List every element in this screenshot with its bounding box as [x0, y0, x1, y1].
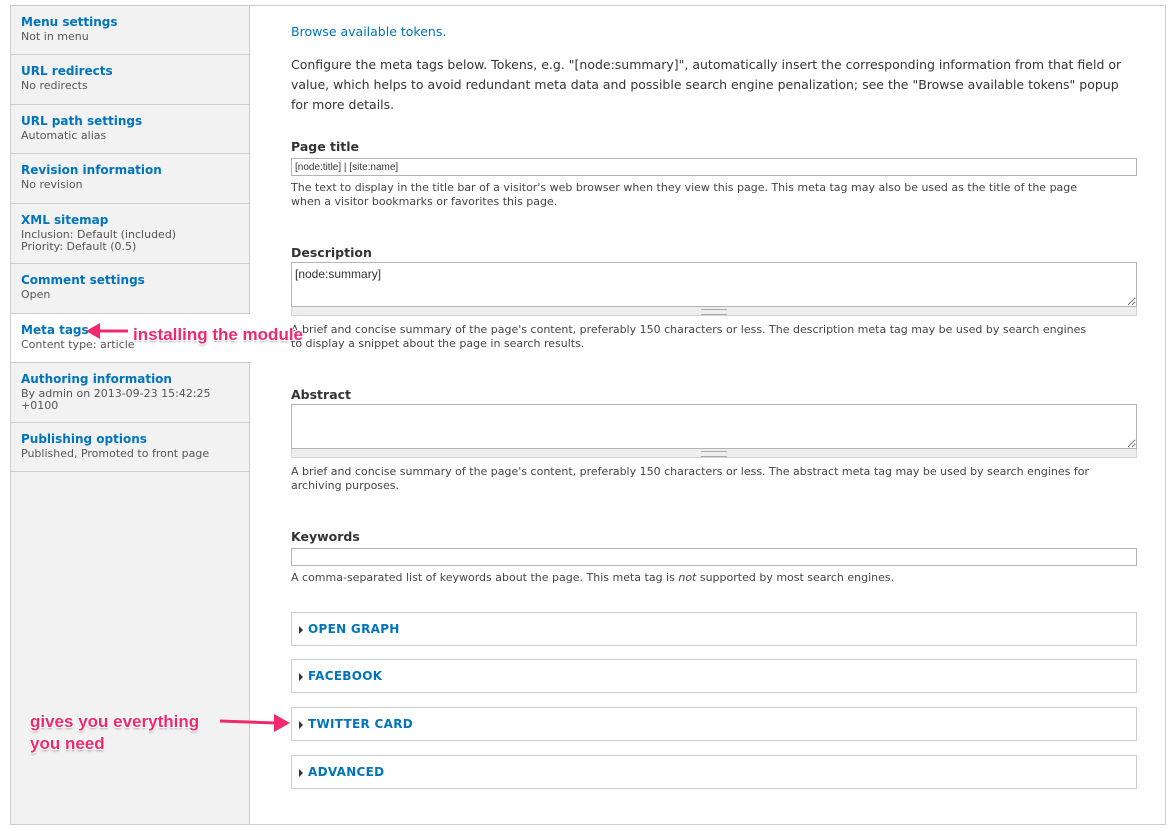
keywords-label: Keywords: [291, 529, 360, 544]
desc-text: A comma-separated list of keywords about…: [291, 571, 679, 584]
intro-line: Configure the meta tags below. Tokens, e…: [291, 57, 1122, 72]
intro-line: for more details.: [291, 97, 395, 112]
desc-emphasis: not: [678, 571, 697, 584]
collapse-triangle-icon: [299, 721, 303, 729]
keywords-help: A comma-separated list of keywords about…: [291, 571, 1137, 585]
description-textarea[interactable]: [node:summary]: [291, 262, 1137, 307]
tab-summary: Automatic alias: [21, 129, 107, 142]
tab-title[interactable]: XML sitemap: [21, 213, 250, 228]
desc-line: archiving purposes.: [291, 479, 400, 492]
collapse-triangle-icon: [299, 626, 303, 634]
description-label: Description: [291, 245, 372, 260]
tab-summary: Not in menu: [21, 30, 89, 43]
fieldset-advanced[interactable]: ADVANCED: [291, 755, 1137, 789]
desc-line: when a visitor bookmarks or favorites th…: [291, 195, 558, 208]
tab-publishing-options[interactable]: Publishing options Published, Promoted t…: [11, 423, 250, 472]
page-title-input[interactable]: [291, 158, 1137, 176]
annotation-line: you need: [30, 734, 105, 753]
browse-tokens-link[interactable]: Browse available tokens.: [291, 24, 446, 39]
fieldset-facebook[interactable]: FACEBOOK: [291, 659, 1137, 693]
page-title-description: The text to display in the title bar of …: [291, 181, 1137, 209]
tab-revision-information[interactable]: Revision information No revision: [11, 154, 250, 204]
desc-line: A brief and concise summary of the page'…: [291, 323, 1087, 336]
tab-summary: By admin on 2013-09-23 15:42:25: [21, 387, 211, 400]
fieldset-open-graph[interactable]: OPEN GRAPH: [291, 612, 1137, 646]
fieldset-twitter-card[interactable]: TWITTER CARD: [291, 707, 1137, 741]
annotation-installing: installing the module: [133, 325, 304, 344]
tab-summary: No revision: [21, 178, 83, 191]
tab-title[interactable]: Revision information: [21, 163, 250, 178]
tab-comment-settings[interactable]: Comment settings Open: [11, 264, 250, 314]
tab-summary: +0100: [21, 399, 59, 412]
keywords-input[interactable]: [291, 548, 1137, 566]
desc-text: supported by most search engines.: [696, 571, 895, 584]
description-help: A brief and concise summary of the page'…: [291, 323, 1137, 351]
annotation-arrow-icon: [86, 323, 128, 339]
collapse-triangle-icon: [299, 673, 303, 681]
tab-menu-settings[interactable]: Menu settings Not in menu: [11, 6, 250, 55]
annotation-line: gives you everything: [30, 712, 200, 731]
tab-title[interactable]: Authoring information: [21, 372, 250, 387]
fieldset-legend[interactable]: TWITTER CARD: [308, 717, 413, 731]
intro-text: Configure the meta tags below. Tokens, e…: [291, 55, 1137, 115]
tab-authoring-information[interactable]: Authoring information By admin on 2013-0…: [11, 363, 250, 423]
abstract-label: Abstract: [291, 387, 352, 402]
annotation-arrow-icon: [219, 714, 290, 732]
tab-summary: Priority: Default (0.5): [21, 240, 137, 253]
abstract-resize-grip[interactable]: [291, 449, 1137, 458]
fieldset-legend[interactable]: FACEBOOK: [308, 669, 382, 683]
tab-summary: No redirects: [21, 79, 88, 92]
tab-summary: Published, Promoted to front page: [21, 447, 210, 460]
annotation-everything: gives you everything you need: [30, 711, 199, 755]
abstract-help: A brief and concise summary of the page'…: [291, 465, 1137, 493]
tab-url-path-settings[interactable]: URL path settings Automatic alias: [11, 105, 250, 154]
description-resize-grip[interactable]: [291, 307, 1137, 316]
tab-title[interactable]: URL path settings: [21, 114, 250, 129]
desc-line: A brief and concise summary of the page'…: [291, 465, 1090, 478]
page-title-label: Page title: [291, 139, 360, 154]
fieldset-legend[interactable]: OPEN GRAPH: [308, 622, 400, 636]
tab-title[interactable]: Comment settings: [21, 273, 250, 288]
tab-url-redirects[interactable]: URL redirects No redirects: [11, 55, 250, 105]
fieldset-legend[interactable]: ADVANCED: [308, 765, 384, 779]
desc-line: The text to display in the title bar of …: [291, 181, 1078, 194]
tab-summary: Open: [21, 288, 51, 301]
intro-line: value, which helps to avoid redundant me…: [291, 77, 1119, 92]
tab-summary: Inclusion: Default (included): [21, 228, 177, 241]
desc-line: to display a snippet about the page in s…: [291, 337, 585, 350]
abstract-textarea[interactable]: [291, 404, 1137, 449]
collapse-triangle-icon: [299, 769, 303, 777]
tab-title[interactable]: Publishing options: [21, 432, 250, 447]
tab-title[interactable]: Menu settings: [21, 15, 250, 30]
vertical-tabs-sidebar: Menu settings Not in menu URL redirects …: [11, 6, 251, 824]
tab-xml-sitemap[interactable]: XML sitemap Inclusion: Default (included…: [11, 204, 250, 264]
tab-title[interactable]: URL redirects: [21, 64, 250, 79]
